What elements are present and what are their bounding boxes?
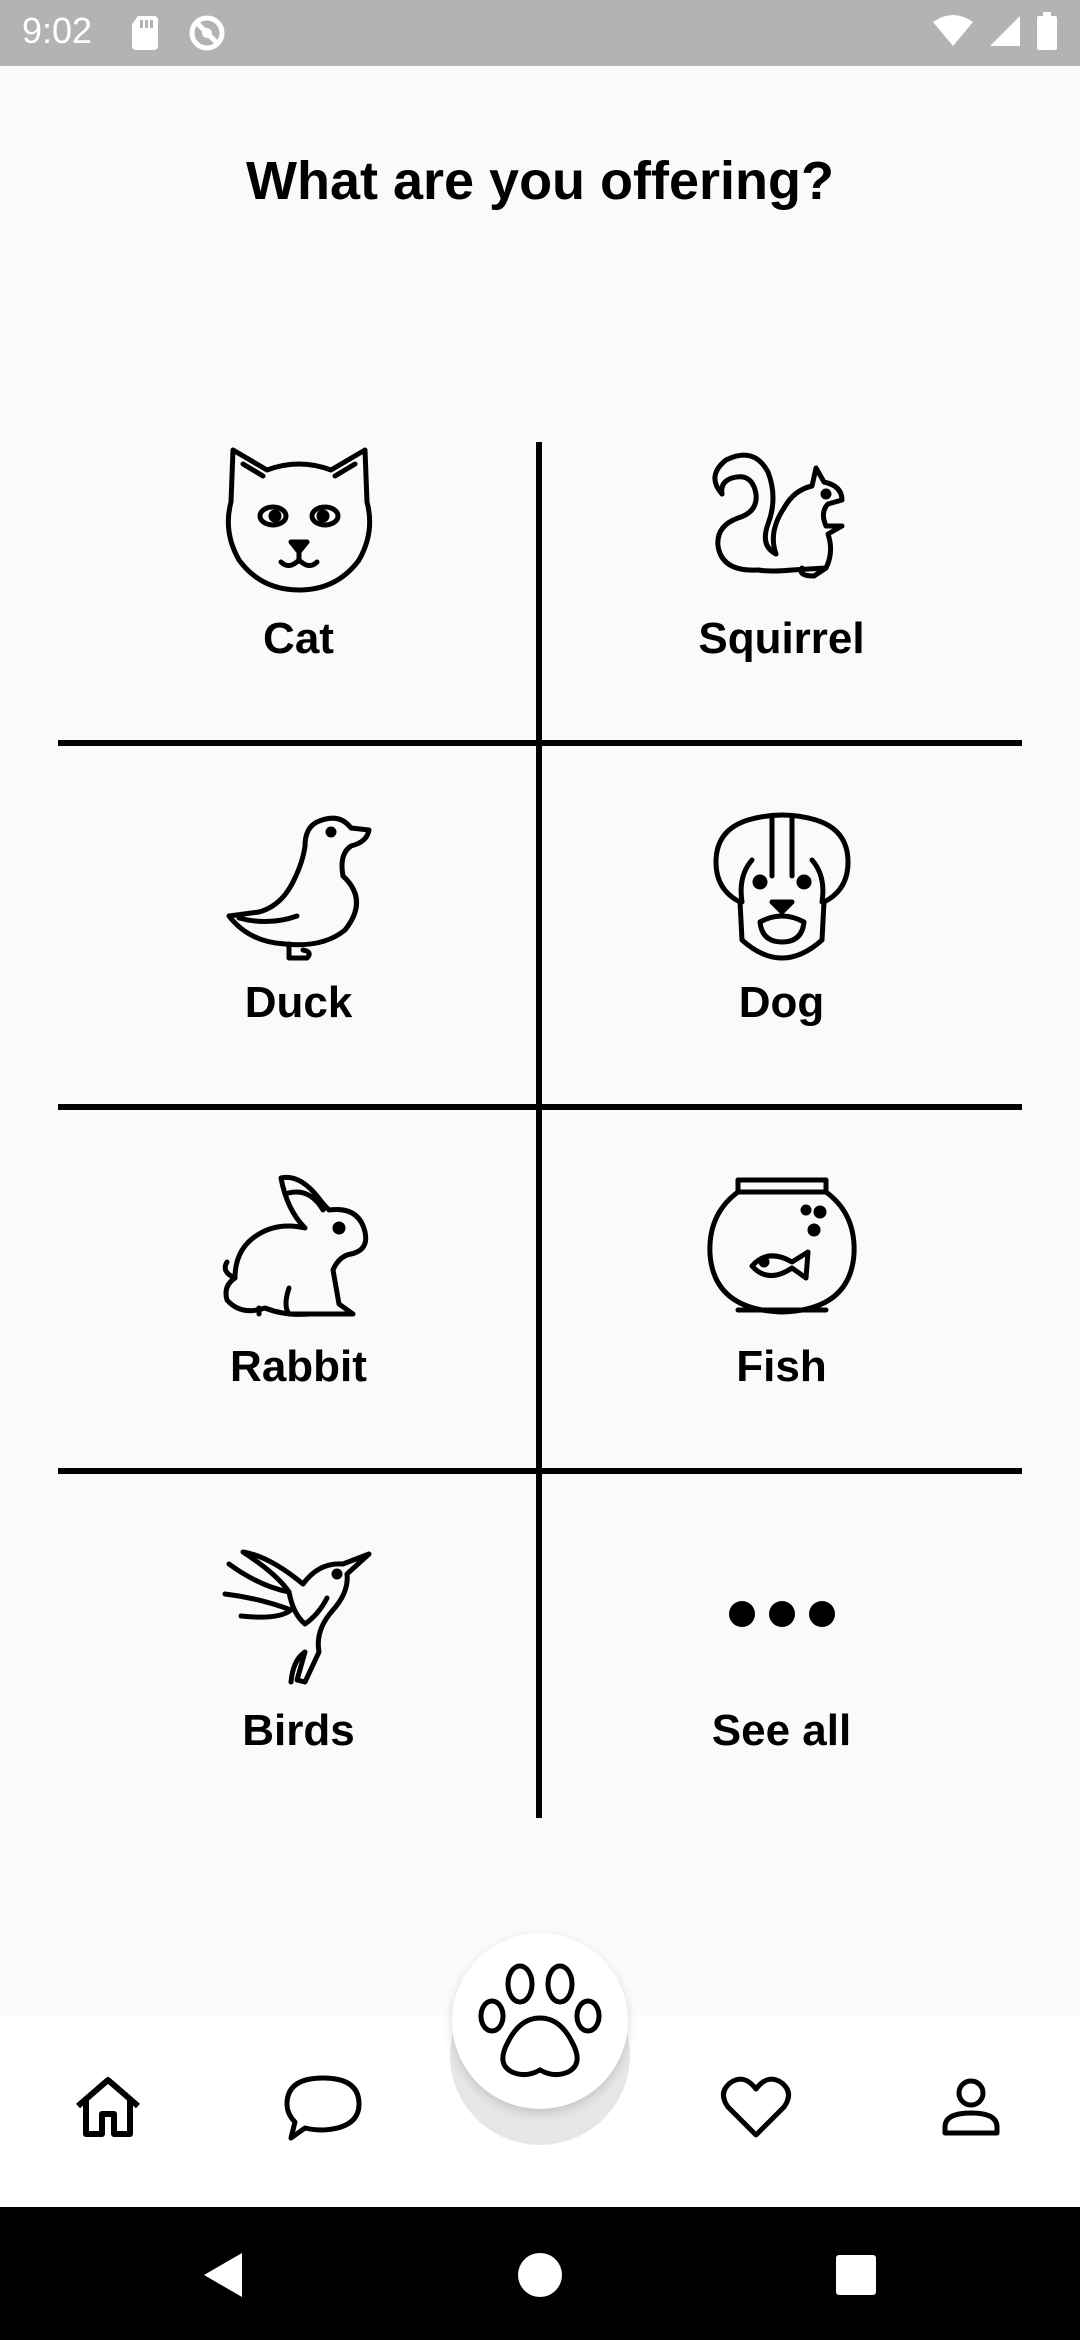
chat-icon — [284, 2075, 362, 2141]
category-grid: Cat Squirrel Duck Dog Rabbit Fish Birds … — [58, 442, 1022, 1818]
page-title: What are you offering? — [245, 151, 834, 211]
category-birds[interactable]: Birds — [58, 1534, 539, 1896]
dog-icon — [713, 812, 850, 961]
category-label: Cat — [263, 614, 334, 663]
more-dots-icon — [728, 1601, 835, 1627]
category-duck[interactable]: Duck — [58, 806, 539, 1168]
category-label: Fish — [736, 1342, 827, 1391]
nav-home[interactable] — [58, 2057, 158, 2157]
category-dog[interactable]: Dog — [541, 806, 1022, 1168]
wifi-icon — [933, 15, 973, 46]
nav-profile[interactable] — [921, 2057, 1021, 2157]
recents-icon[interactable] — [828, 2247, 884, 2303]
category-squirrel[interactable]: Squirrel — [541, 442, 1022, 804]
paw-button[interactable] — [452, 1933, 628, 2109]
category-label: Birds — [242, 1706, 355, 1755]
status-bar: 9:02 — [0, 0, 1080, 66]
squirrel-icon — [712, 452, 844, 579]
category-label: Duck — [244, 978, 353, 1027]
fishbowl-icon — [706, 1177, 857, 1315]
nav-favorites[interactable] — [706, 2057, 806, 2157]
home-circle-icon[interactable] — [512, 2247, 568, 2303]
paw-icon — [478, 1963, 602, 2078]
battery-icon — [1037, 12, 1057, 50]
category-see-all[interactable]: See all — [541, 1534, 1022, 1896]
cat-icon — [225, 447, 372, 593]
fab-container — [400, 1925, 680, 2145]
category-fish[interactable]: Fish — [541, 1170, 1022, 1532]
category-label: See all — [711, 1706, 852, 1755]
category-label: Dog — [738, 978, 825, 1027]
duck-icon — [226, 815, 371, 961]
sd-card-icon — [132, 16, 158, 50]
category-rabbit[interactable]: Rabbit — [58, 1170, 539, 1532]
category-label: Rabbit — [230, 1342, 367, 1391]
person-icon — [942, 2078, 1000, 2136]
heart-icon — [721, 2076, 791, 2138]
system-nav-bar — [0, 2207, 1080, 2340]
back-icon[interactable] — [196, 2247, 252, 2303]
hummingbird-icon — [222, 1549, 371, 1685]
rabbit-icon — [222, 1174, 368, 1317]
category-label: Squirrel — [698, 614, 865, 663]
signal-icon — [990, 16, 1020, 46]
status-time: 9:02 — [22, 10, 93, 51]
home-icon — [76, 2077, 140, 2137]
category-cat[interactable]: Cat — [58, 442, 539, 804]
sync-icon — [189, 15, 225, 51]
nav-messages[interactable] — [273, 2057, 373, 2157]
